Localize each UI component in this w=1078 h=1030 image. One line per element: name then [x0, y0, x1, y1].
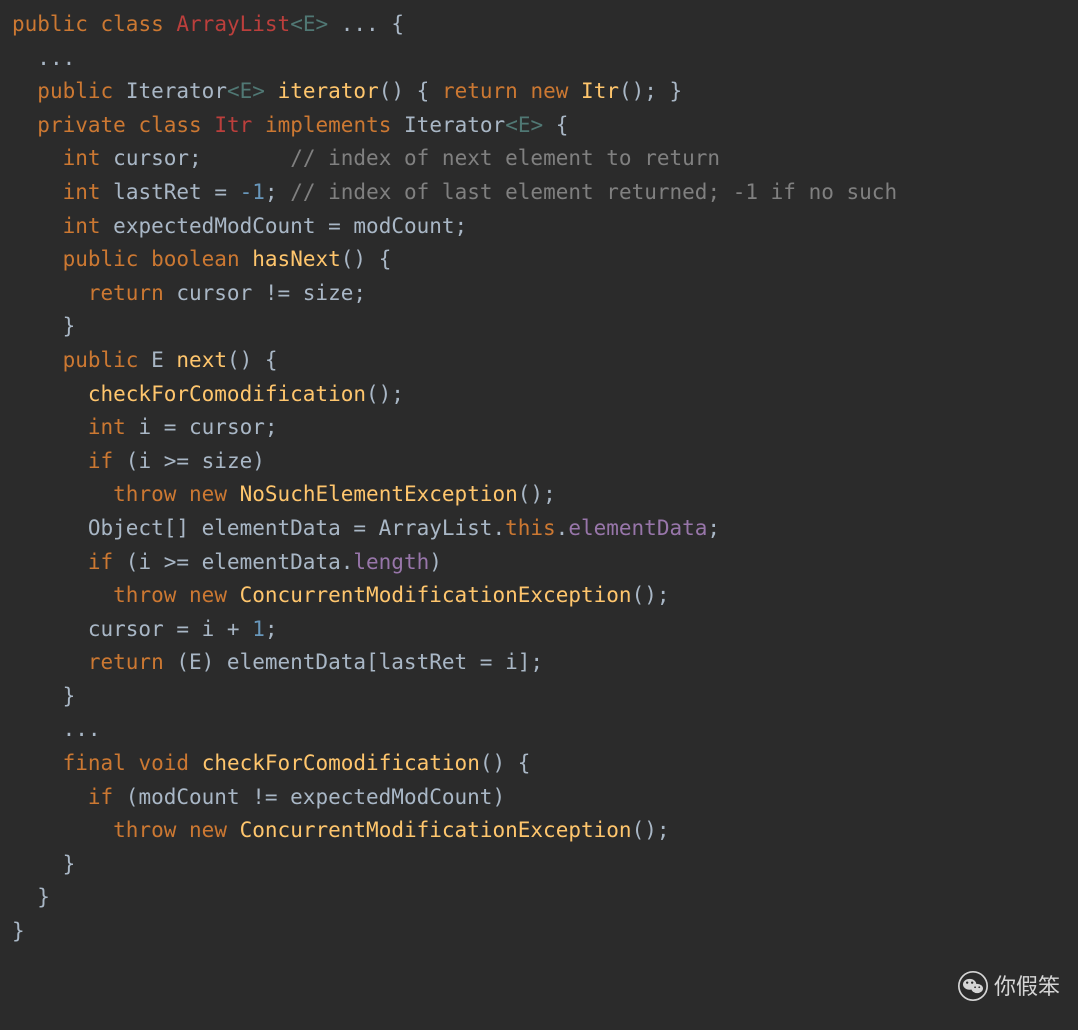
- text: ... {: [328, 12, 404, 36]
- punct: ): [429, 550, 442, 574]
- keyword: int: [88, 415, 126, 439]
- rest: (i >= elementData.: [113, 550, 353, 574]
- class-name: Itr: [214, 113, 252, 137]
- rest: i = cursor;: [126, 415, 278, 439]
- type: Iterator: [126, 79, 227, 103]
- keyword: int: [63, 146, 101, 170]
- watermark-text: 你假笨: [994, 969, 1060, 1004]
- punct: () {: [227, 348, 278, 372]
- keyword: throw: [113, 583, 176, 607]
- method-name: iterator: [278, 79, 379, 103]
- wechat-icon: [958, 971, 988, 1001]
- brace: }: [63, 684, 76, 708]
- punct: ();: [632, 583, 670, 607]
- constructor: NoSuchElementException: [240, 482, 518, 506]
- op: =: [202, 180, 240, 204]
- constructor: ConcurrentModificationException: [240, 818, 632, 842]
- keyword: this: [505, 516, 556, 540]
- keyword: class: [138, 113, 201, 137]
- type: Iterator: [404, 113, 505, 137]
- field: elementData: [568, 516, 707, 540]
- constructor: ConcurrentModificationException: [240, 583, 632, 607]
- punct: () {: [341, 247, 392, 271]
- punct: () {: [379, 79, 442, 103]
- keyword: public: [37, 79, 113, 103]
- keyword: final: [63, 751, 126, 775]
- keyword: class: [101, 12, 164, 36]
- keyword: public: [12, 12, 88, 36]
- punct: ();: [518, 482, 556, 506]
- comment: // index of last element returned; -1 if…: [290, 180, 897, 204]
- method-name: hasNext: [252, 247, 341, 271]
- brace: }: [63, 852, 76, 876]
- punct: (); }: [619, 79, 682, 103]
- punct: () {: [480, 751, 531, 775]
- rhs: modCount;: [353, 214, 467, 238]
- lhs: cursor = i +: [88, 617, 252, 641]
- punct: ();: [632, 818, 670, 842]
- type: E: [151, 348, 164, 372]
- punct: ;: [707, 516, 720, 540]
- keyword: throw: [113, 482, 176, 506]
- lhs: Object[] elementData = ArrayList.: [88, 516, 505, 540]
- rest: (E) elementData[lastRet = i];: [164, 650, 543, 674]
- keyword: if: [88, 785, 113, 809]
- generic: <E>: [227, 79, 265, 103]
- comment: // index of next element to return: [290, 146, 720, 170]
- keyword: return: [88, 281, 164, 305]
- watermark: 你假笨: [958, 969, 1060, 1004]
- code-block: public class ArrayList<E> ... { ... publ…: [0, 0, 1078, 957]
- keyword: private: [37, 113, 126, 137]
- keyword: new: [189, 583, 227, 607]
- keyword: return: [88, 650, 164, 674]
- keyword: new: [530, 79, 568, 103]
- punct: ;: [265, 180, 290, 204]
- brace: }: [37, 885, 50, 909]
- field: length: [353, 550, 429, 574]
- brace: }: [63, 314, 76, 338]
- brace: }: [12, 919, 25, 943]
- keyword: public: [63, 247, 139, 271]
- keyword: boolean: [151, 247, 240, 271]
- method-call: checkForComodification: [88, 382, 366, 406]
- punct: {: [543, 113, 568, 137]
- keyword: void: [138, 751, 189, 775]
- var: cursor;: [113, 146, 202, 170]
- generic: <E>: [290, 12, 328, 36]
- keyword: public: [63, 348, 139, 372]
- number: -1: [240, 180, 265, 204]
- ellipsis: ...: [63, 717, 101, 741]
- keyword: if: [88, 449, 113, 473]
- var: expectedModCount: [113, 214, 315, 238]
- class-name: ArrayList: [176, 12, 290, 36]
- ellipsis: ...: [37, 46, 75, 70]
- keyword: if: [88, 550, 113, 574]
- rest: (i >= size): [113, 449, 265, 473]
- number: 1: [252, 617, 265, 641]
- keyword: implements: [265, 113, 391, 137]
- keyword: return: [442, 79, 518, 103]
- keyword: new: [189, 482, 227, 506]
- keyword: new: [189, 818, 227, 842]
- expr: cursor != size;: [164, 281, 366, 305]
- keyword: int: [63, 180, 101, 204]
- var: lastRet: [113, 180, 202, 204]
- rest: (modCount != expectedModCount): [113, 785, 505, 809]
- punct: ();: [366, 382, 404, 406]
- punct: ;: [265, 617, 278, 641]
- generic: <E>: [505, 113, 543, 137]
- method-name: checkForComodification: [202, 751, 480, 775]
- constructor: Itr: [581, 79, 619, 103]
- method-name: next: [176, 348, 227, 372]
- keyword: int: [63, 214, 101, 238]
- op: =: [315, 214, 353, 238]
- keyword: throw: [113, 818, 176, 842]
- dot: .: [556, 516, 569, 540]
